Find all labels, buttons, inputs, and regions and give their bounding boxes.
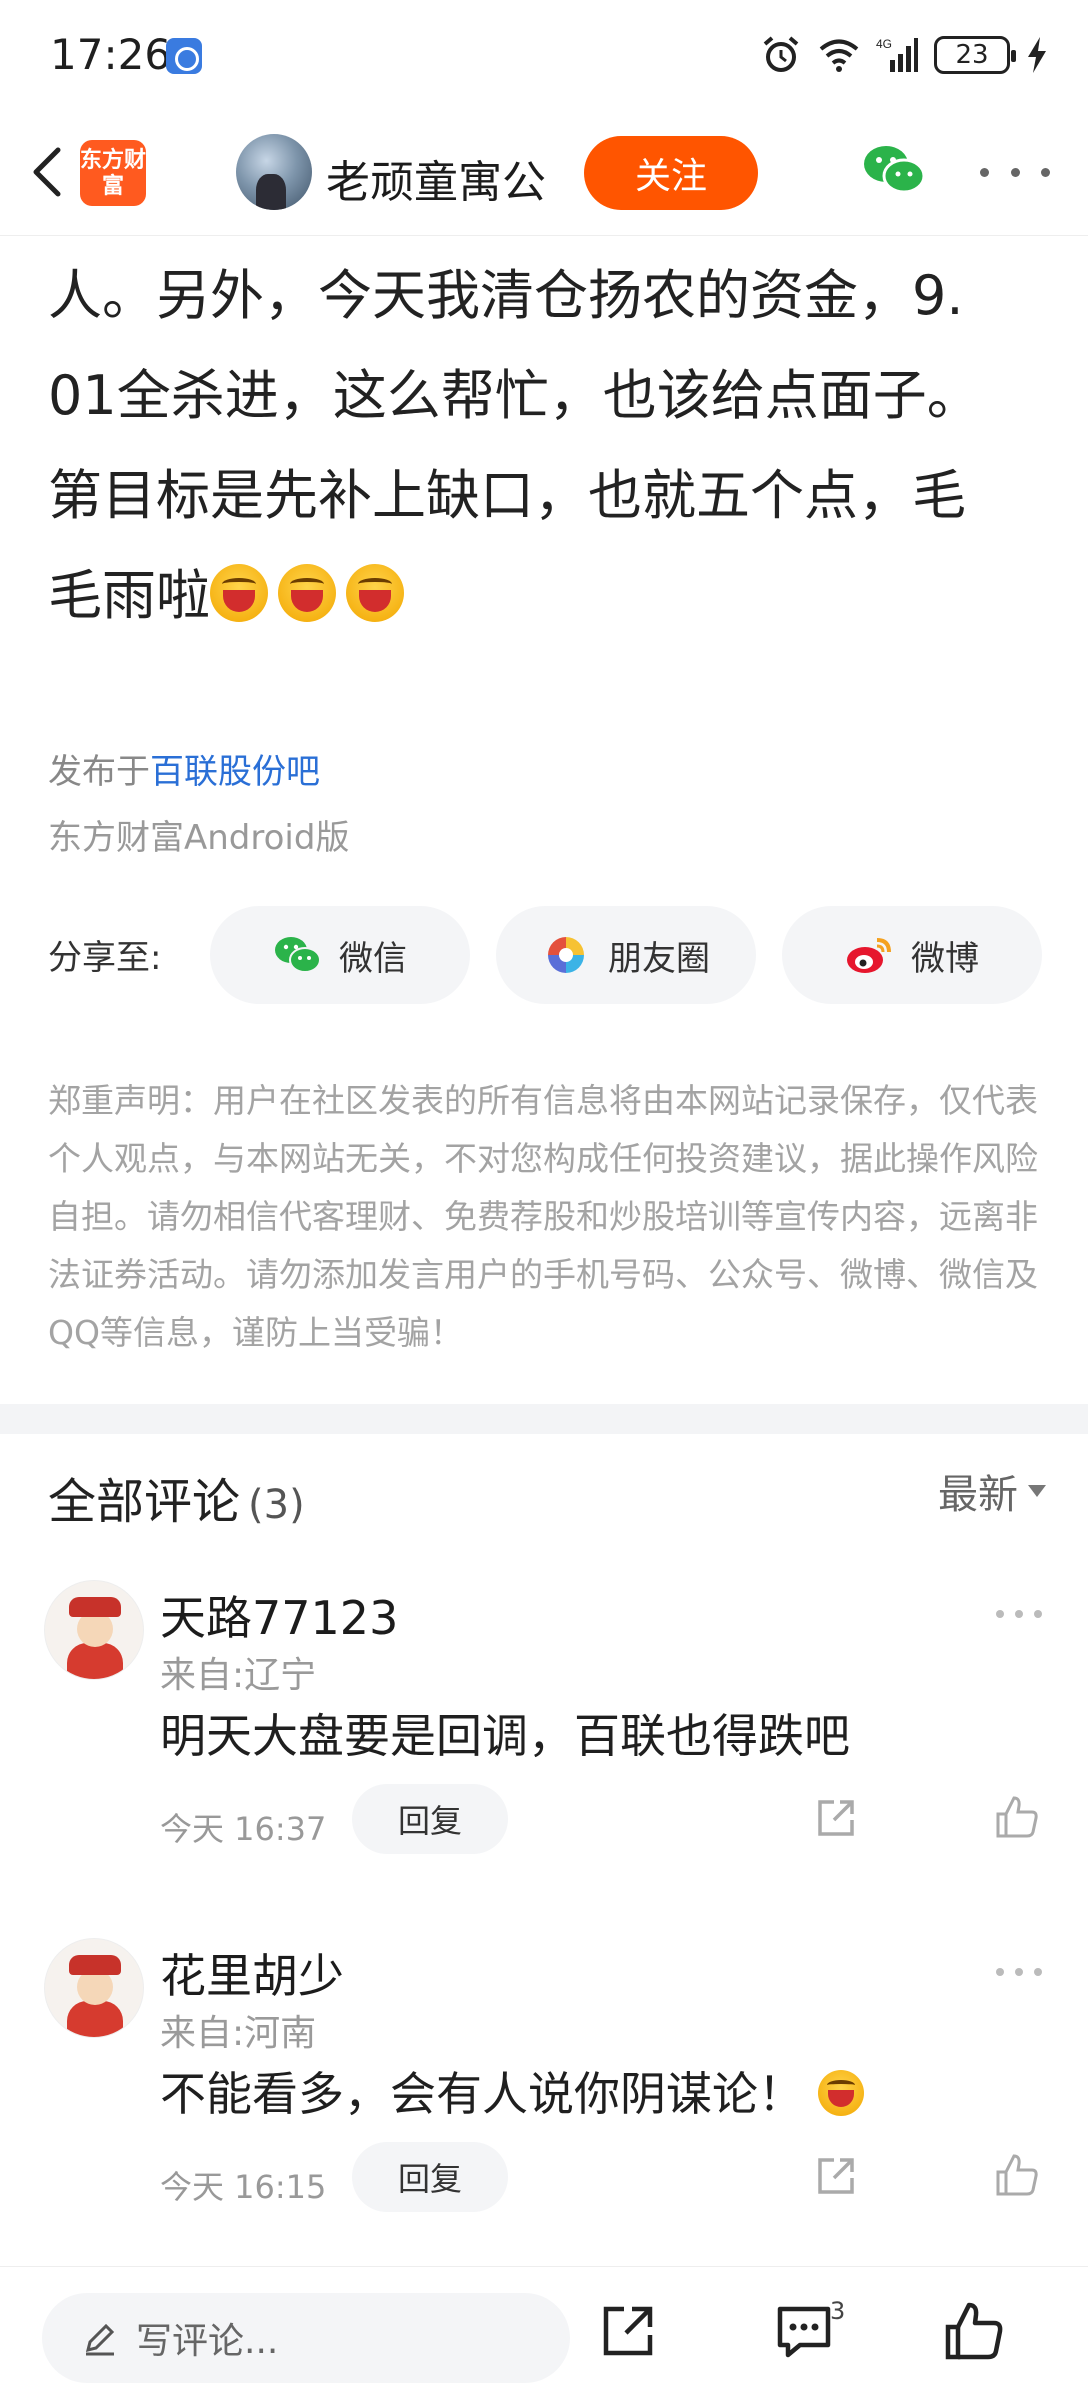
commenter-name[interactable]: 花里胡少 (160, 1940, 344, 2006)
post-body: 月，乾也乾到了。不鸣则会，一鸣惊 人。另外，今天我清仓扬农的资金，9. 01全杀… (48, 200, 1048, 646)
author-avatar[interactable] (236, 134, 312, 210)
comments-title: 全部评论 (48, 1474, 241, 1530)
reply-button[interactable]: 回复 (352, 2142, 508, 2212)
commenter-name[interactable]: 天路77123 (160, 1582, 398, 1648)
share-wechat-label: 微信 (339, 938, 407, 979)
sort-label: 最新 (938, 1472, 1018, 1518)
comments-count: (3) (248, 1482, 305, 1528)
battery-level: 23 (955, 40, 989, 70)
charging-icon (1028, 37, 1046, 73)
comment-count-badge: 3 (830, 2297, 846, 2325)
comment-text: 明天大盘要是回调，百联也得跌吧 (160, 1709, 850, 1763)
share-weibo-label: 微博 (911, 938, 979, 979)
write-comment-placeholder: 写评论... (136, 2321, 279, 2362)
post-client: 东方财富Android版 (48, 818, 350, 858)
network-type: 4G (876, 37, 892, 51)
wechat-icon (275, 937, 321, 973)
comment-time: 今天 16:37 (160, 1810, 327, 1848)
post-line: 人。另外，今天我清仓扬农的资金，9. (48, 264, 964, 327)
post-forum-info: 发布于百联股份吧 (48, 744, 320, 793)
laughing-emoji-icon (346, 564, 404, 622)
status-icons: 4G 23 (760, 30, 1048, 80)
comments-header: 全部评论 (3) (48, 1462, 305, 1532)
commenter-avatar[interactable] (44, 1580, 144, 1680)
published-prefix: 发布于 (48, 752, 150, 792)
post-line-last: 毛雨啦 (48, 546, 1048, 646)
share-label: 分享至: (48, 938, 162, 978)
laughing-tears-emoji-icon (818, 2070, 864, 2116)
thumbs-up-icon[interactable] (994, 1794, 1040, 1840)
wifi-icon (819, 39, 859, 72)
back-arrow-icon[interactable] (20, 142, 80, 202)
share-icon[interactable] (814, 1796, 858, 1840)
thumbs-up-icon[interactable] (994, 2152, 1040, 2198)
app-logo-text: 东方财富 (80, 148, 147, 199)
more-options-icon[interactable] (980, 152, 1050, 192)
commenter-avatar[interactable] (44, 1938, 144, 2038)
comment-text: 不能看多，会有人说你阴谋论！ (160, 2067, 804, 2121)
status-bar: 17:26 4G 23 (0, 0, 1088, 112)
signal-icon: 4G (876, 37, 918, 72)
post-line: 01全杀进，这么帮忙，也该给点面子。 (48, 364, 981, 427)
post-line-text: 毛雨啦 (48, 564, 210, 627)
post-line: 第目标是先补上缺口，也就五个点，毛 (48, 464, 966, 527)
sort-dropdown[interactable]: 最新 (938, 1462, 1046, 1520)
weibo-icon (847, 938, 891, 973)
comment-more-icon[interactable] (996, 1968, 1042, 1978)
wechat-share-icon[interactable] (862, 142, 926, 198)
app-notification-icon (166, 38, 202, 74)
share-icon[interactable] (814, 2154, 858, 2198)
section-divider (0, 1404, 1088, 1434)
laughing-emoji-icon (210, 564, 268, 622)
share-post-icon[interactable] (598, 2301, 658, 2361)
commenter-location: 来自:河南 (160, 2013, 317, 2054)
share-wechat-button[interactable]: 微信 (210, 906, 470, 1004)
status-time: 17:26 (50, 30, 172, 79)
app-logo[interactable]: 东方财富 (80, 140, 146, 206)
bottom-action-bar: 写评论... 3 (0, 2266, 1088, 2400)
pencil-icon (85, 2323, 115, 2356)
share-moments-button[interactable]: 朋友圈 (496, 906, 756, 1004)
thumbs-up-icon[interactable] (944, 2301, 1004, 2361)
disclaimer-text: 郑重声明：用户在社区发表的所有信息将由本网站记录保存，仅代表个人观点，与本网站无… (48, 1081, 1038, 1352)
follow-button[interactable]: 关注 (584, 136, 758, 210)
comment-item: 花里胡少 来自:河南 不能看多，会有人说你阴谋论！ 今天 16:15 回复 (0, 1920, 1088, 2240)
author-name[interactable]: 老顽童寓公 (326, 146, 546, 210)
top-nav: 东方财富 老顽童寓公 关注 (0, 112, 1088, 236)
laughing-emoji-icon (278, 564, 336, 622)
alarm-icon (763, 36, 799, 72)
comment-more-icon[interactable] (996, 1610, 1042, 1620)
comment-time: 今天 16:15 (160, 2168, 327, 2206)
comment-text-row: 不能看多，会有人说你阴谋论！ (160, 2058, 874, 2124)
share-weibo-button[interactable]: 微博 (782, 906, 1042, 1004)
comment-item: 天路77123 来自:辽宁 明天大盘要是回调，百联也得跌吧 今天 16:37 回… (0, 1562, 1088, 1882)
battery-indicator: 23 (934, 36, 1016, 74)
forum-link[interactable]: 百联股份吧 (150, 752, 320, 792)
caret-down-icon (1028, 1485, 1046, 1497)
moments-icon (548, 937, 584, 973)
write-comment-input[interactable]: 写评论... (42, 2293, 570, 2383)
reply-button[interactable]: 回复 (352, 1784, 508, 1854)
commenter-location: 来自:辽宁 (160, 1655, 317, 1696)
share-moments-label: 朋友圈 (608, 938, 710, 979)
comment-icon[interactable] (774, 2301, 834, 2361)
